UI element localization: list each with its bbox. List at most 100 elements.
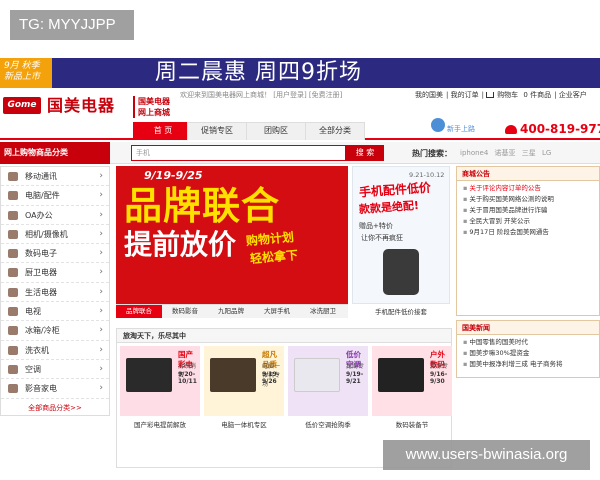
- link-enterprise[interactable]: 企业客户: [559, 91, 587, 99]
- sidebar-item-label: 洗衣机: [25, 345, 49, 355]
- banner-headline: 品牌联合: [124, 184, 281, 228]
- notice-item[interactable]: ▪ 关于评论内容订单的公告: [463, 183, 595, 194]
- computer-image: [210, 358, 256, 392]
- product-sub: 抢购专: [346, 363, 365, 370]
- banner-tab[interactable]: 大屏手机: [254, 305, 300, 318]
- bullet-icon: ▪: [463, 217, 468, 225]
- sidebar-item-label: 相机/摄像机: [25, 229, 68, 239]
- sidebar-item-computer[interactable]: 电脑/配件 ›: [1, 186, 109, 206]
- news-title: 国美新闻: [457, 321, 599, 335]
- welcome-text[interactable]: 欢迎来到国美电器网上商城！ [用户登录] [免费注册]: [180, 90, 342, 101]
- news-item[interactable]: ▪ 中国零售的国美时代: [463, 337, 595, 348]
- chevron-right-icon: ›: [99, 248, 103, 259]
- tab-promotions[interactable]: 促销专区: [187, 122, 247, 140]
- search-input[interactable]: 手机: [131, 145, 346, 161]
- sidebar-item-tv[interactable]: 电视 ›: [1, 302, 109, 322]
- bullet-icon: ▪: [463, 338, 468, 346]
- chevron-right-icon: ›: [99, 228, 103, 239]
- sidebar-item-av[interactable]: 影音家电 ›: [1, 379, 109, 399]
- product-caption[interactable]: 国产彩电提前解放: [120, 419, 200, 429]
- tv-icon: [8, 307, 18, 317]
- notice-item[interactable]: ▪ 全民大冒到 开奖公示: [463, 216, 595, 227]
- site-logo[interactable]: Gome 国美电器: [3, 95, 118, 119]
- watermark-bottom-right: www.users-bwinasia.org: [383, 440, 590, 470]
- sidebar-item-label: 数码电子: [25, 249, 57, 259]
- sidebar-item-living[interactable]: 生活电器 ›: [1, 283, 109, 303]
- sidebar-item-label: 移动通讯: [25, 172, 57, 181]
- kitchen-icon: [8, 268, 18, 278]
- product-card-camera[interactable]: 户外数码 摄像专 9/16-9/30: [372, 346, 452, 416]
- promo-banner[interactable]: 9月 秋季新品上市 周二晨惠 周四9折场: [0, 58, 600, 88]
- notice-item-text: 关于评论内容订单的公告: [469, 184, 541, 192]
- hot-word[interactable]: 三星: [522, 149, 536, 157]
- link-my-gome[interactable]: 我的国美: [415, 91, 443, 99]
- link-cart[interactable]: 购物车: [497, 91, 518, 99]
- sidebar-item-camera[interactable]: 相机/摄像机 ›: [1, 225, 109, 245]
- notice-item[interactable]: ▪ 9月17日 阶段会国美网通告: [463, 227, 595, 238]
- notice-item[interactable]: ▪ 关于购买国美网络公测的说明: [463, 194, 595, 205]
- washer-icon: [8, 345, 18, 355]
- banner-tab[interactable]: 冰洗厨卫: [300, 305, 346, 318]
- main-banner[interactable]: 9/19-9/25 品牌联合 提前放价 购物计划 轻松拿下: [116, 166, 348, 314]
- sidebar-item-label: 冰箱/冷柜: [25, 326, 60, 336]
- hot-search-label: 热门搜索：: [412, 149, 452, 158]
- chevron-right-icon: ›: [99, 286, 103, 297]
- all-categories-link[interactable]: 全部商品分类>>: [1, 399, 109, 417]
- hot-word[interactable]: iphone4: [460, 149, 488, 157]
- sidebar-item-label: 生活电器: [25, 287, 57, 297]
- product-caption[interactable]: 低价空调抢购季: [288, 419, 368, 429]
- sidebar-item-fridge[interactable]: 冰箱/冷柜 ›: [1, 321, 109, 341]
- banner-tabs: 品牌联合 数码影音 九阳品牌 大屏手机 冰洗厨卫: [116, 304, 348, 318]
- sidebar-item-digital[interactable]: 数码电子 ›: [1, 244, 109, 264]
- printer-icon: [8, 210, 18, 220]
- news-item[interactable]: ▪ 国美步嘛30%提资金: [463, 348, 595, 359]
- product-caption[interactable]: 电脑一体机专区: [204, 419, 284, 429]
- hot-word[interactable]: LG: [542, 149, 551, 157]
- bullet-icon: ▪: [463, 184, 468, 192]
- product-card-allinone[interactable]: 超凡品质 电脑一体机专场 9/19-9/26: [204, 346, 284, 416]
- chevron-right-icon: ›: [99, 209, 103, 220]
- sidebar-item-mobile[interactable]: 移动通讯 ›: [1, 167, 109, 187]
- product-card-ac[interactable]: 低价空调 抢购专 9/19-9/21: [288, 346, 368, 416]
- sidebar-item-ac[interactable]: 空调 ›: [1, 360, 109, 380]
- hot-word[interactable]: 诺基亚: [495, 149, 516, 157]
- product-sub: 摄像专: [430, 363, 449, 370]
- tab-home[interactable]: 首 页: [133, 122, 193, 140]
- banner-tab[interactable]: 数码影音: [162, 305, 208, 318]
- accessory-ad[interactable]: 9.21-10.12 手机配件低价 款款是绝配! 赠品+特价 让你不再疯狂: [352, 166, 450, 304]
- site-header: Gome 国美电器 国美电器 网上商城 欢迎来到国美电器网上商城！ [用户登录]…: [0, 90, 600, 140]
- promo-text: 周二晨惠 周四9折场: [155, 60, 362, 85]
- chevron-right-icon: ›: [99, 363, 103, 374]
- ad-caption[interactable]: 手机配件低价接套: [352, 306, 450, 318]
- product-caption[interactable]: 数码装备节: [372, 419, 452, 429]
- notice-box: 商城公告 ▪ 关于评论内容订单的公告 ▪ 关于购买国美网络公测的说明 ▪ 关于冒用国美…: [456, 166, 600, 316]
- news-item[interactable]: ▪ 国美中报净利增三成 电子商务将: [463, 359, 595, 370]
- banner-slogan-1: 购物计划: [245, 229, 295, 249]
- umbrella-icon: [8, 364, 18, 374]
- sidebar-item-washer[interactable]: 洗衣机 ›: [1, 341, 109, 360]
- banner-tab[interactable]: 九阳品牌: [208, 305, 254, 318]
- product-card-tv[interactable]: 国产彩电 持跌消费 9/20-10/11: [120, 346, 200, 416]
- news-item-text: 中国零售的国美时代: [469, 338, 528, 346]
- notice-item[interactable]: ▪ 关于冒用国美品牌进行诈骗: [463, 205, 595, 216]
- tab-all-categories[interactable]: 全部分类: [305, 122, 365, 140]
- top-links: 我的国美 | 我的订单 | 购物车 0 件商品 | 企业客户: [415, 91, 587, 99]
- search-button[interactable]: 搜 索: [346, 145, 384, 161]
- ad-date: 9.21-10.12: [409, 171, 445, 179]
- sidebar-item-label: 厨卫电器: [25, 268, 57, 278]
- bullet-icon: ▪: [463, 206, 468, 214]
- sidebar-item-kitchen[interactable]: 厨卫电器 ›: [1, 263, 109, 283]
- notice-item-text: 9月17日 阶段会国美网通告: [469, 228, 549, 236]
- strip-title: 旅淘天下，乐尽其中: [117, 329, 451, 343]
- phone-icon: [8, 172, 18, 181]
- tab-group-buy[interactable]: 团购区: [246, 122, 306, 140]
- sidebar-item-office[interactable]: OA办公 ›: [1, 206, 109, 225]
- mp3-icon: [8, 249, 18, 259]
- camera-image: [378, 358, 424, 392]
- cart-icon: [486, 92, 495, 98]
- link-my-orders[interactable]: 我的订单: [451, 91, 479, 99]
- product-date: 9/19-9/26: [262, 371, 280, 385]
- category-title: 网上购物商品分类: [0, 142, 110, 164]
- banner-tab[interactable]: 品牌联合: [116, 305, 162, 318]
- logo-subtitle: 国美电器 网上商城: [133, 96, 170, 118]
